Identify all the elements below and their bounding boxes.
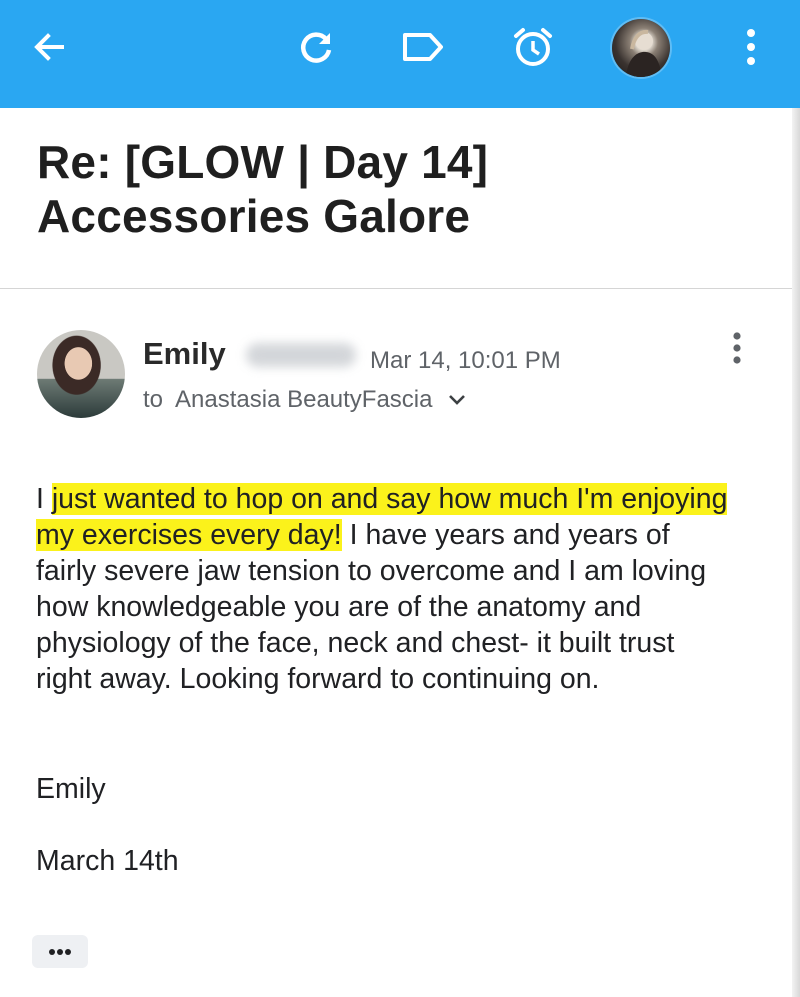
top-app-bar — [0, 0, 800, 108]
message-more-icon[interactable] — [722, 328, 752, 368]
sender-avatar[interactable] — [37, 330, 125, 418]
refresh-icon[interactable] — [291, 22, 341, 72]
message-date: Mar 14, 10:01 PM — [370, 347, 561, 374]
more-horiz-icon — [48, 943, 72, 961]
scrollbar-track[interactable] — [792, 108, 800, 997]
subject-line-1: Re: [GLOW | Day 14] — [37, 136, 489, 188]
sender-name[interactable]: Emily — [143, 336, 226, 372]
account-avatar[interactable] — [612, 19, 670, 77]
show-trimmed-content-button[interactable] — [32, 935, 88, 968]
divider — [0, 288, 792, 289]
body-text-start: I — [36, 483, 52, 515]
recipient-details-toggle[interactable]: to Anastasia BeautyFascia — [143, 386, 467, 414]
email-subject: Re: [GLOW | Day 14] Accessories Galore — [37, 135, 757, 243]
message-body: I just wanted to hop on and say how much… — [36, 481, 736, 697]
signature-date: March 14th — [36, 845, 179, 877]
more-vert-icon[interactable] — [726, 22, 776, 72]
chevron-down-icon — [447, 386, 467, 414]
label-icon[interactable] — [398, 22, 448, 72]
signature-name: Emily — [36, 773, 106, 805]
back-arrow-icon[interactable] — [24, 22, 74, 72]
subject-line-2: Accessories Galore — [37, 190, 471, 242]
recipient-name: Anastasia BeautyFascia — [175, 386, 433, 413]
to-prefix: to — [143, 386, 164, 413]
snooze-clock-icon[interactable] — [508, 22, 558, 72]
redacted-surname — [246, 343, 356, 367]
